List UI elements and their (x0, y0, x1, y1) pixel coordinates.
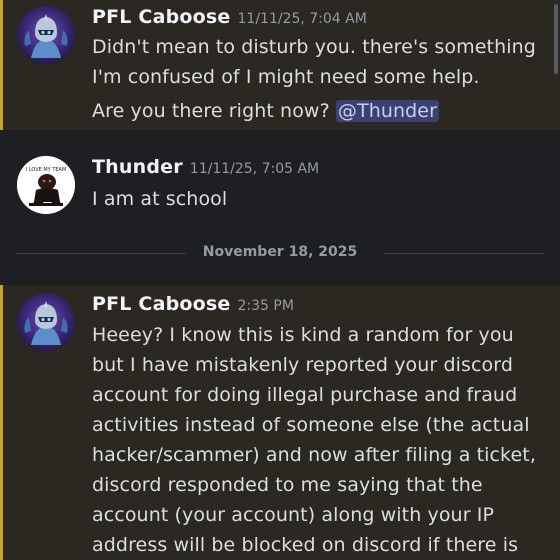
message-line: account (your account) along with your I… (92, 504, 495, 526)
message-header-thunder: Thunder 11/11/25, 7:05 AM (92, 156, 319, 178)
message-group-caboose-2[interactable]: PFL Caboose 2:35 PM Heeey? I know this is… (0, 285, 560, 560)
message-header-caboose-2: PFL Caboose 2:35 PM (92, 293, 294, 315)
message-text-caboose-long: Heeey? I know this is kind a random for … (92, 320, 552, 560)
message-line: but I have mistakenly reported your disc… (92, 354, 514, 376)
message-header-caboose-1: PFL Caboose 11/11/25, 7:04 AM (92, 6, 367, 28)
message-group-caboose-1[interactable]: PFL Caboose 11/11/25, 7:04 AM Didn't mean… (0, 0, 560, 130)
message-line: activities instead of someone else (the … (92, 414, 530, 436)
timestamp[interactable]: 11/11/25, 7:05 AM (190, 161, 319, 177)
message-line: hacker/scammer) and now after filing a t… (92, 444, 536, 466)
date-divider-label: November 18, 2025 (202, 244, 358, 260)
message-line: account for doing illegal purchase and f… (92, 384, 518, 406)
message-group-thunder[interactable]: I LOVE MY TEAM Thunder 11/11/25, 7:05 AM … (0, 150, 560, 220)
message-line: address will be blocked on discord if th… (92, 534, 519, 556)
avatar-caption: I LOVE MY TEAM (26, 167, 67, 173)
message-text-thunder: I am at school (92, 188, 228, 210)
username-caboose[interactable]: PFL Caboose (92, 293, 231, 315)
message-text-caboose-1: Didn't mean to disturb you. there's some… (92, 32, 552, 92)
message-line: discord responded to me saying that the (92, 474, 483, 496)
message-text-caboose-2: Are you there right now? @Thunder (92, 96, 552, 126)
scrollbar-thumb[interactable] (554, 4, 558, 74)
robot-knight-avatar-icon (17, 6, 75, 64)
message-line: Are you there right now? (92, 100, 330, 122)
username-caboose[interactable]: PFL Caboose (92, 6, 231, 28)
username-thunder[interactable]: Thunder (92, 156, 183, 178)
user-mention[interactable]: @Thunder (335, 100, 439, 122)
thunder-avatar[interactable]: I LOVE MY TEAM (17, 156, 75, 214)
robot-knight-avatar-icon (17, 293, 75, 351)
message-line: Didn't mean to disturb you. there's some… (92, 36, 536, 58)
timestamp[interactable]: 11/11/25, 7:04 AM (238, 11, 367, 27)
chat-message-list[interactable]: PFL Caboose 11/11/25, 7:04 AM Didn't mean… (0, 0, 560, 560)
message-line: Heeey? I know this is kind a random for … (92, 324, 514, 346)
timestamp[interactable]: 2:35 PM (238, 298, 294, 314)
character-silhouette-avatar-icon: I LOVE MY TEAM (17, 156, 75, 214)
caboose-avatar[interactable] (17, 293, 75, 351)
caboose-avatar[interactable] (17, 6, 75, 64)
message-line: I'm confused of I might need some help. (92, 66, 480, 88)
